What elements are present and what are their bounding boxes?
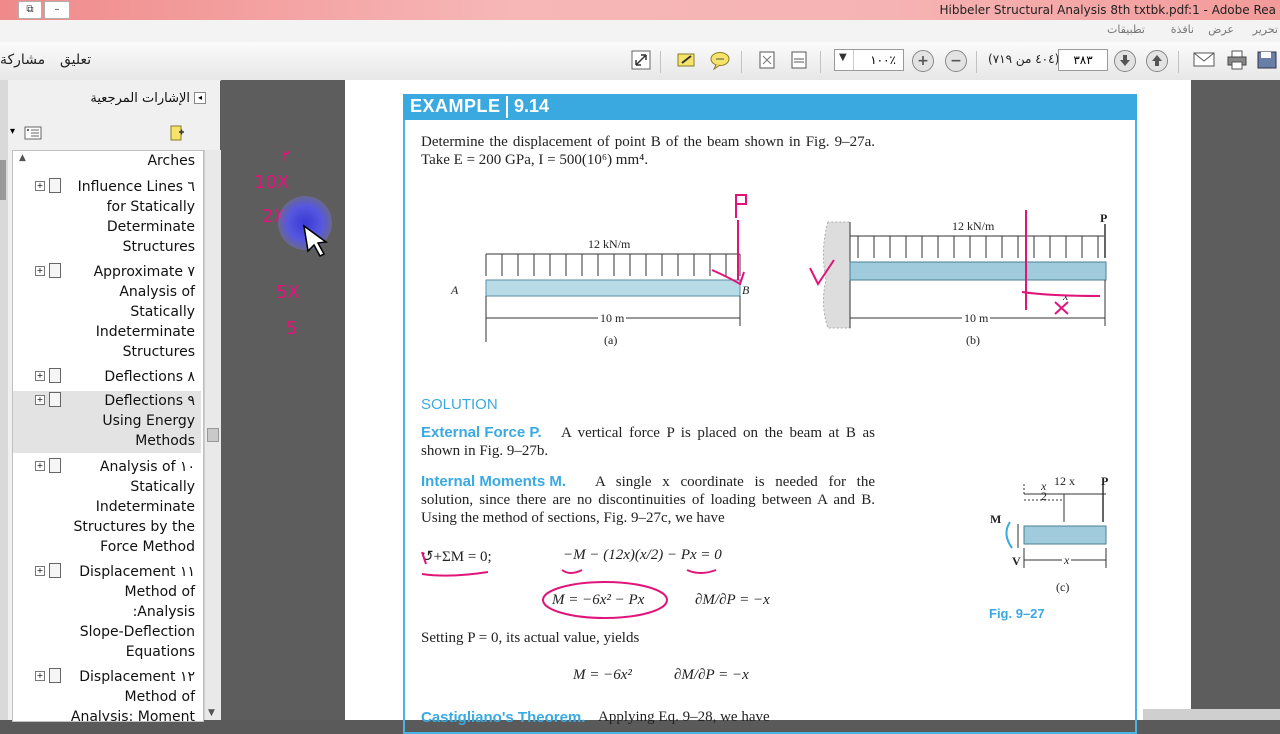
problem-statement: Determine the displacement of point B of… <box>421 134 875 168</box>
bookmark-icon <box>49 563 61 578</box>
bookmark-item[interactable]: ▲ Arches <box>13 151 201 171</box>
share-link[interactable]: مشاركة <box>0 52 45 68</box>
bookmark-icon <box>49 458 61 473</box>
bookmark-icon <box>49 392 61 407</box>
bookmark-label: Deflections ٩ Using Energy Methods <box>102 393 195 449</box>
panel-header: الإشارات المرجعية ◂ <box>8 80 220 116</box>
menu-window[interactable]: نافذة <box>1171 23 1194 36</box>
bookmark-item[interactable]: + Displacement ١٢ Method of Analysis: Mo… <box>13 667 201 722</box>
expand-icon[interactable]: + <box>35 181 45 191</box>
bookmark-item[interactable]: + Analysis of ١٠ Statically Indeterminat… <box>13 457 201 559</box>
bookmark-label: Analysis of ١٠ Statically Indeterminate … <box>73 459 195 555</box>
scroll-up-icon[interactable]: ▲ <box>19 153 26 163</box>
header-divider <box>506 96 508 118</box>
expand-icon[interactable]: + <box>35 395 45 405</box>
bookmark-label: Approximate ٧ Analysis of Statically Ind… <box>93 264 195 360</box>
zoom-in-button[interactable]: + <box>912 50 934 72</box>
expand-icon[interactable]: + <box>35 461 45 471</box>
bookmark-label: Displacement ١٢ Method of Analysis: Mome… <box>70 669 195 722</box>
eq-partial-2: ∂M/∂P = −x <box>674 667 749 683</box>
panel-scrollbar[interactable]: ▼ <box>204 150 221 720</box>
zoom-out-button[interactable]: − <box>945 50 967 72</box>
prev-page-button[interactable] <box>1146 50 1168 72</box>
setting-text: Setting P = 0, its actual value, yields <box>421 630 640 646</box>
save-icon[interactable] <box>1256 50 1278 72</box>
fit-page-icon[interactable] <box>756 50 778 72</box>
expand-icon[interactable]: + <box>35 671 45 681</box>
bookmarks-tree: ▲ Arches + Influence Lines ٦ for Statica… <box>12 150 204 722</box>
window-minimize-button[interactable]: – <box>44 1 70 19</box>
bookmark-icon <box>49 668 61 683</box>
zoom-value: ١٠٠٪ <box>853 50 899 70</box>
bookmark-label: Influence Lines ٦ for Statically Determi… <box>77 179 195 255</box>
expand-icon[interactable]: + <box>35 371 45 381</box>
bookmark-item[interactable]: + Deflections ٨ <box>13 367 201 389</box>
bookmark-label: Displacement ١١ Method of :Analysis Slop… <box>79 564 195 660</box>
options-menu-icon[interactable] <box>24 126 42 143</box>
zoom-select[interactable]: ▼ ١٠٠٪ <box>834 49 904 71</box>
next-page-button[interactable] <box>1114 50 1136 72</box>
example-label: EXAMPLE <box>410 96 501 116</box>
comment-link[interactable]: تعليق <box>60 52 91 68</box>
expand-icon[interactable]: + <box>35 266 45 276</box>
scroll-down-icon[interactable]: ▼ <box>208 708 215 718</box>
window-title: Hibbeler Structural Analysis 8th txtbk.p… <box>939 3 1276 17</box>
ink-note: ٢ <box>282 146 291 165</box>
bookmark-label: Deflections ٨ <box>104 369 195 385</box>
options-dropdown-icon[interactable]: ▾ <box>10 126 15 137</box>
panel-title: الإشارات المرجعية <box>90 91 190 106</box>
bookmark-icon <box>49 263 61 278</box>
nav-tab-handle[interactable] <box>0 160 6 200</box>
fit-width-icon[interactable] <box>788 50 810 72</box>
viewport-corner <box>1143 709 1280 720</box>
castigliano-text: Applying Eq. 9–28, we have <box>598 709 770 725</box>
menu-apps[interactable]: تطبيقات <box>1107 23 1145 36</box>
sticky-note-icon[interactable] <box>709 50 731 72</box>
viewport-margin <box>1191 80 1280 720</box>
page-count: (٤٠٤ من ٧١٩) <box>988 52 1060 66</box>
example-number: 9.14 <box>514 96 550 116</box>
bookmark-icon <box>49 368 61 383</box>
toolbar: مشاركة تعليق ▼ ١٠٠٪ + − (٤٠٤ من ٧١٩) ٣٨٣ <box>0 42 1280 81</box>
email-icon[interactable] <box>1193 50 1215 72</box>
title-bar: ⧉ – Hibbeler Structural Analysis 8th txt… <box>0 0 1280 20</box>
chevron-down-icon: ▼ <box>839 52 847 63</box>
expand-icon[interactable]: + <box>35 566 45 576</box>
ink-annotations <box>421 194 1101 619</box>
menu-view[interactable]: عرض <box>1208 23 1234 36</box>
castigliano-heading: Castigliano's Theorem. <box>421 709 586 726</box>
ink-note: 5 <box>286 318 298 339</box>
bookmark-item-selected[interactable]: + Deflections ٩ Using Energy Methods <box>13 391 201 453</box>
print-icon[interactable] <box>1226 50 1248 72</box>
highlight-icon[interactable] <box>676 50 698 72</box>
bookmark-icon <box>49 178 61 193</box>
bookmark-label: Arches <box>147 153 195 169</box>
ink-note: 5X <box>276 282 300 303</box>
bookmark-item[interactable]: + Approximate ٧ Analysis of Statically I… <box>13 262 201 362</box>
collapse-panel-button[interactable]: ◂ <box>194 92 206 104</box>
panel-tools: ▾ <box>8 124 220 146</box>
window-restore-button[interactable]: ⧉ <box>18 1 42 19</box>
scrollbar-thumb[interactable] <box>207 428 219 442</box>
page-number-input[interactable]: ٣٨٣ <box>1058 49 1108 71</box>
ink-note: 10X <box>254 172 290 193</box>
fullscreen-icon[interactable] <box>630 50 652 72</box>
eq-moment-2: M = −6x² <box>573 667 632 683</box>
bookmark-item[interactable]: + Influence Lines ٦ for Statically Deter… <box>13 177 201 259</box>
bookmark-item[interactable]: + Displacement ١١ Method of :Analysis Sl… <box>13 562 201 664</box>
bookmarks-panel: الإشارات المرجعية ◂ ▾ ▲ Arches + Influen… <box>8 80 220 722</box>
menu-bar: تحرير عرض نافذة تطبيقات <box>0 20 1280 42</box>
bookmark-add-icon[interactable] <box>168 124 186 145</box>
menu-edit[interactable]: تحرير <box>1253 23 1278 36</box>
pointer-icon <box>302 224 328 257</box>
